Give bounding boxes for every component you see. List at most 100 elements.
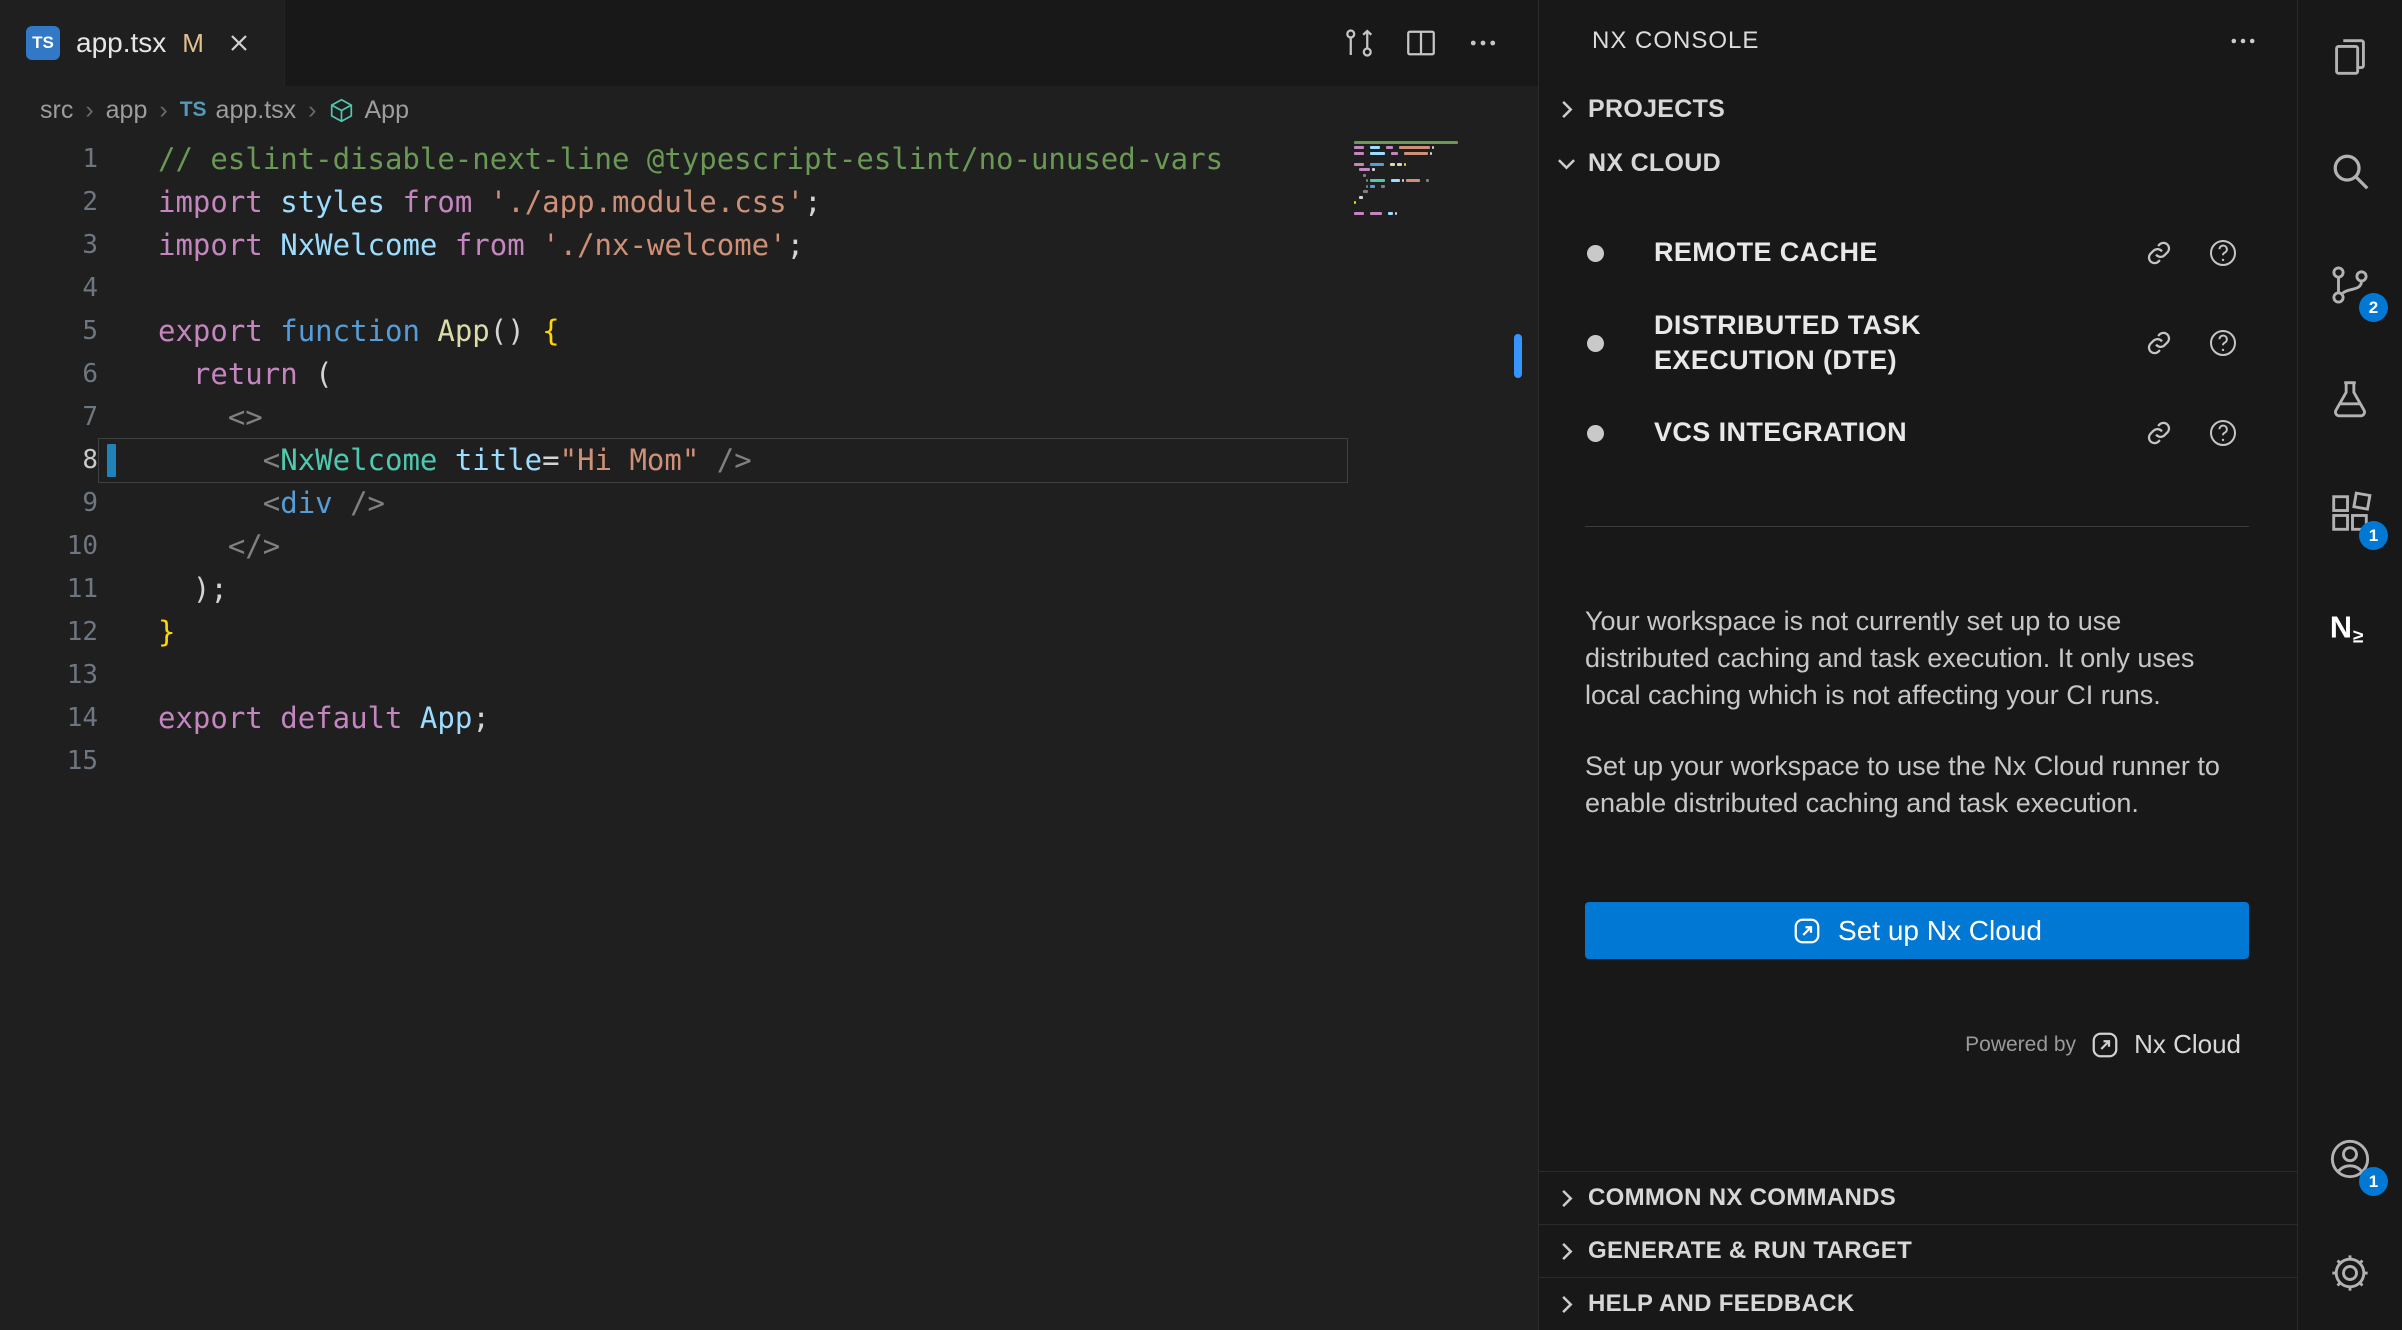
- nx-cloud-logo-icon: [2090, 1030, 2120, 1060]
- tab-app-tsx[interactable]: TS app.tsx M: [0, 0, 285, 86]
- nx-console[interactable]: N≥: [2298, 570, 2402, 684]
- badge: 2: [2359, 293, 2388, 322]
- minimap-line: [1348, 196, 1512, 199]
- open-changes-icon[interactable]: [1336, 20, 1382, 66]
- section-generate-run-target[interactable]: GENERATE & RUN TARGET: [1539, 1224, 2297, 1277]
- section-help-and-feedback[interactable]: HELP AND FEEDBACK: [1539, 1277, 2297, 1330]
- minimap-line: [1348, 212, 1512, 215]
- breadcrumb-item-app[interactable]: App: [328, 96, 408, 125]
- nx-cloud-service-row: REMOTE CACHE: [1539, 208, 2297, 298]
- nx-cloud-items: REMOTE CACHEDISTRIBUTED TASK EXECUTION (…: [1539, 190, 2297, 478]
- search[interactable]: [2298, 114, 2402, 228]
- minimap-line: [1348, 190, 1512, 193]
- service-actions: [2139, 233, 2243, 273]
- code-line[interactable]: 13: [0, 654, 1538, 697]
- chevron-right-icon: [1553, 1238, 1580, 1265]
- close-tab-icon[interactable]: [220, 24, 258, 62]
- section-label: HELP AND FEEDBACK: [1588, 1290, 1854, 1318]
- activity-bar-top: 2 1 N≥: [2298, 0, 2402, 684]
- code-line[interactable]: 9 <div />: [0, 482, 1538, 525]
- editor-toolbar: [1336, 0, 1538, 86]
- explorer-files-icon: [2327, 34, 2373, 80]
- code-line[interactable]: 11 );: [0, 568, 1538, 611]
- connect-icon[interactable]: [2139, 323, 2179, 363]
- breadcrumb-item-src[interactable]: src: [40, 96, 73, 125]
- code-text: return (: [158, 353, 333, 396]
- code-text: import NxWelcome from './nx-welcome';: [158, 224, 804, 267]
- status-dot-icon: [1587, 245, 1604, 262]
- test-beaker[interactable]: [2298, 342, 2402, 456]
- code-line[interactable]: 8 <NxWelcome title="Hi Mom" />: [0, 439, 1538, 482]
- gutter: [98, 740, 158, 783]
- account[interactable]: 1: [2298, 1102, 2402, 1216]
- ts-file-icon: TS: [26, 26, 60, 60]
- minimap-line: [1348, 174, 1512, 177]
- help-icon[interactable]: [2203, 233, 2243, 273]
- git-modified-indicator: M: [182, 28, 204, 59]
- line-number: 8: [0, 439, 98, 482]
- section-nx-cloud[interactable]: NX CLOUD: [1539, 136, 2297, 190]
- minimap-line: [1348, 163, 1512, 166]
- code-lines: 1// eslint-disable-next-line @typescript…: [0, 138, 1538, 783]
- code-line[interactable]: 14export default App;: [0, 697, 1538, 740]
- test-beaker-icon: [2327, 376, 2373, 422]
- symbol-cube-icon: [328, 97, 355, 124]
- code-line[interactable]: 1// eslint-disable-next-line @typescript…: [0, 138, 1538, 181]
- explorer-files[interactable]: [2298, 0, 2402, 114]
- code-line[interactable]: 3import NxWelcome from './nx-welcome';: [0, 224, 1538, 267]
- nx-cloud-logo-icon: [1792, 916, 1822, 946]
- activity-bar-bottom: 1: [2298, 1102, 2402, 1330]
- breadcrumb-label: src: [40, 96, 73, 125]
- section-common-nx-commands[interactable]: COMMON NX COMMANDS: [1539, 1171, 2297, 1224]
- breadcrumb-item-app[interactable]: app: [106, 96, 148, 125]
- code-text: </>: [158, 525, 280, 568]
- section-projects[interactable]: PROJECTS: [1539, 82, 2297, 136]
- panel-more-icon[interactable]: [2219, 17, 2267, 65]
- code-line[interactable]: 2import styles from './app.module.css';: [0, 181, 1538, 224]
- source-control[interactable]: 2: [2298, 228, 2402, 342]
- help-icon[interactable]: [2203, 323, 2243, 363]
- code-line[interactable]: 12}: [0, 611, 1538, 654]
- nx-console-icon: N≥: [2327, 604, 2373, 650]
- code-line[interactable]: 10 </>: [0, 525, 1538, 568]
- line-number: 6: [0, 353, 98, 396]
- code-editor[interactable]: 1// eslint-disable-next-line @typescript…: [0, 134, 1538, 1330]
- chevron-right-icon: [1553, 1185, 1580, 1212]
- activity-bar: 2 1 N≥ 1: [2297, 0, 2402, 1330]
- breadcrumb-separator: ›: [302, 96, 322, 125]
- code-line[interactable]: 15: [0, 740, 1538, 783]
- connect-icon[interactable]: [2139, 233, 2179, 273]
- line-number: 12: [0, 611, 98, 654]
- minimap[interactable]: [1348, 138, 1512, 223]
- panel-spacer: [1539, 1060, 2297, 1171]
- gutter: [98, 568, 158, 611]
- more-actions-icon[interactable]: [1460, 20, 1506, 66]
- code-line[interactable]: 4: [0, 267, 1538, 310]
- breadcrumb-item-app-tsx[interactable]: TSapp.tsx: [180, 96, 296, 125]
- code-text: import styles from './app.module.css';: [158, 181, 822, 224]
- line-number: 11: [0, 568, 98, 611]
- setup-nx-cloud-button[interactable]: Set up Nx Cloud: [1585, 902, 2249, 959]
- line-number: 13: [0, 654, 98, 697]
- minimap-line: [1348, 141, 1512, 144]
- code-line[interactable]: 7 <>: [0, 396, 1538, 439]
- line-number: 4: [0, 267, 98, 310]
- extensions[interactable]: 1: [2298, 456, 2402, 570]
- settings-gear[interactable]: [2298, 1216, 2402, 1330]
- section-label: PROJECTS: [1588, 95, 1725, 124]
- connect-icon[interactable]: [2139, 413, 2179, 453]
- split-editor-icon[interactable]: [1398, 20, 1444, 66]
- minimap-line: [1348, 201, 1512, 204]
- divider: [1585, 526, 2249, 527]
- service-actions: [2139, 323, 2243, 363]
- status-dot-icon: [1587, 425, 1604, 442]
- code-text: // eslint-disable-next-line @typescript-…: [158, 138, 1223, 181]
- setup-hint-text: Set up your workspace to use the Nx Clou…: [1585, 748, 2243, 822]
- svg-text:N: N: [2330, 611, 2352, 645]
- code-text: <>: [158, 396, 263, 439]
- code-line[interactable]: 6 return (: [0, 353, 1538, 396]
- nx-cloud-brand[interactable]: Nx Cloud: [2134, 1029, 2241, 1060]
- help-icon[interactable]: [2203, 413, 2243, 453]
- code-line[interactable]: 5export function App() {: [0, 310, 1538, 353]
- gutter: [98, 181, 158, 224]
